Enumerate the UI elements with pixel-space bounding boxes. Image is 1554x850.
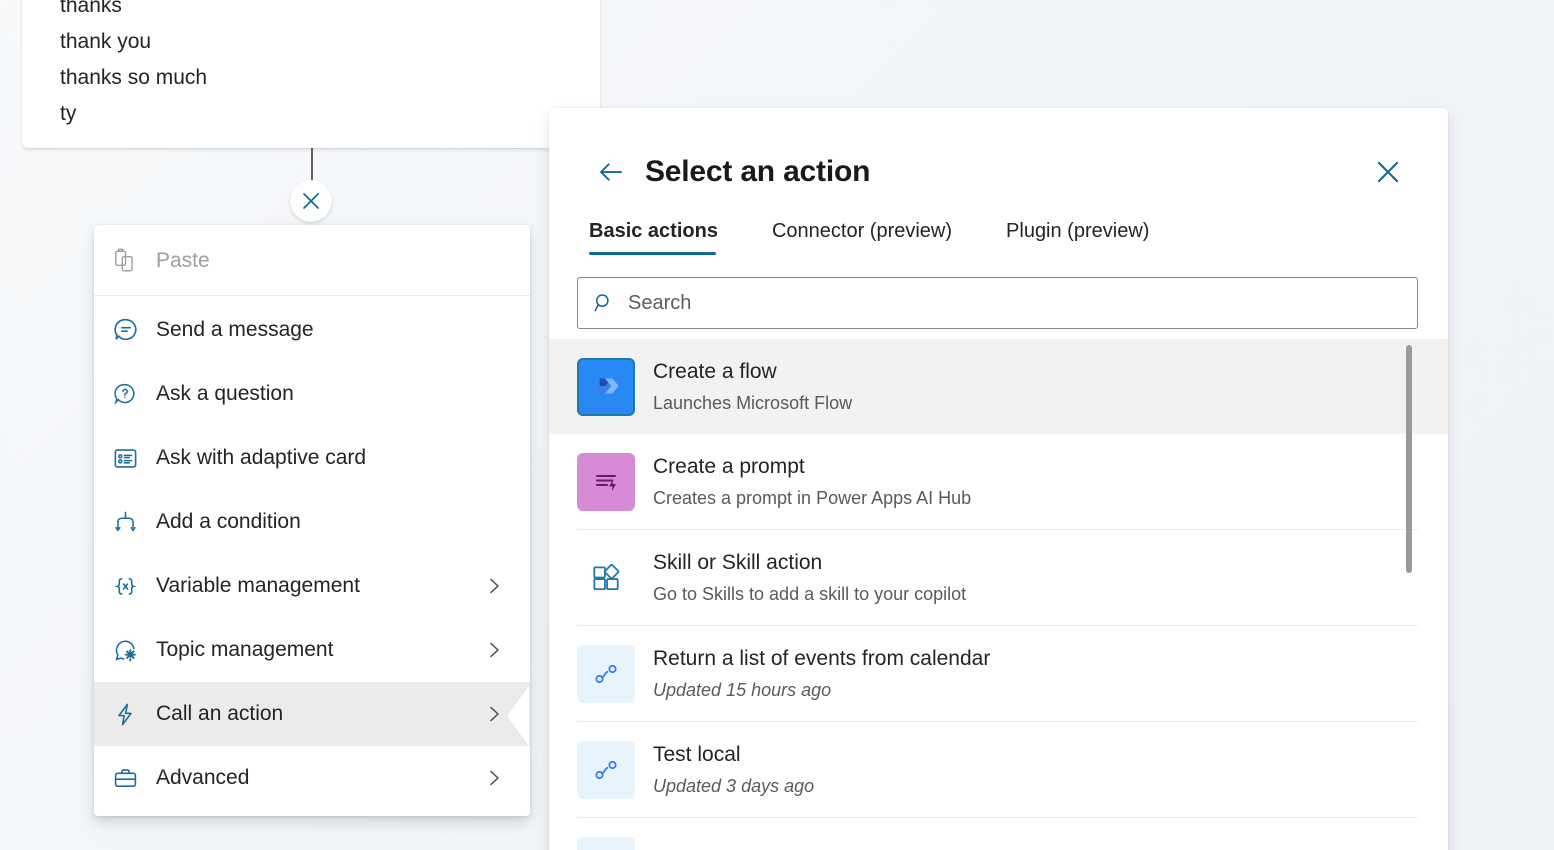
action-title: Return a list of events from calendar — [653, 646, 991, 670]
tab-connector-preview[interactable]: Connector (preview) — [772, 220, 952, 255]
menu-item-paste[interactable]: Paste — [94, 229, 530, 293]
menu-item-variable-management[interactable]: Variable management — [94, 554, 530, 618]
action-row-partial[interactable] — [549, 818, 1448, 850]
chevron-right-icon — [484, 704, 504, 724]
menu-separator — [94, 295, 530, 296]
flyout-beak — [507, 686, 529, 746]
menu-item-label: Variable management — [156, 574, 360, 597]
action-list[interactable]: Create a flow Launches Microsoft Flow Cr… — [549, 339, 1448, 850]
action-row-test-local[interactable]: Test local Updated 3 days ago — [549, 722, 1448, 817]
menu-item-ask-a-question[interactable]: Ask a question — [94, 362, 530, 426]
node-line: ty — [60, 102, 77, 125]
scrollbar-thumb[interactable] — [1406, 345, 1412, 573]
clipboard-paste-icon — [112, 248, 156, 274]
action-text: Create a flow Launches Microsoft Flow — [653, 358, 852, 416]
menu-item-label: Send a message — [156, 318, 314, 341]
menu-item-ask-with-adaptive-card[interactable]: Ask with adaptive card — [94, 426, 530, 490]
flow-connector-icon — [577, 644, 635, 703]
action-row-create-a-prompt[interactable]: Create a prompt Creates a prompt in Powe… — [549, 434, 1448, 529]
close-node-button[interactable] — [290, 180, 332, 222]
variable-braces-icon — [112, 573, 156, 600]
search-box[interactable] — [577, 277, 1418, 329]
lightning-bolt-icon — [112, 701, 156, 728]
node-line: thanks — [60, 0, 122, 17]
add-node-context-menu[interactable]: Paste Send a message Ask a question Ask … — [94, 225, 530, 816]
chevron-right-icon — [484, 576, 504, 596]
menu-item-label: Topic management — [156, 638, 334, 661]
action-row-return-a-list-of-events-from-calendar[interactable]: Return a list of events from calendar Up… — [549, 626, 1448, 721]
tab-plugin-preview[interactable]: Plugin (preview) — [1006, 220, 1149, 255]
action-subtitle: Launches Microsoft Flow — [653, 392, 853, 413]
action-list-scrollbar[interactable] — [1406, 345, 1412, 815]
menu-item-label: Ask with adaptive card — [156, 446, 367, 469]
close-icon — [303, 193, 319, 209]
node-line: thanks so much — [60, 66, 208, 89]
flow-connector-icon — [577, 836, 635, 850]
skill-blocks-icon — [577, 549, 635, 607]
page-title: Select an action — [645, 155, 871, 188]
flow-connector-icon — [577, 740, 635, 799]
panel-header: Select an action — [549, 108, 1448, 194]
adaptive-card-icon — [112, 445, 156, 472]
briefcase-icon — [112, 765, 156, 792]
action-title: Create a flow — [653, 359, 777, 383]
menu-item-label: Add a condition — [156, 510, 301, 533]
tab-basic-actions[interactable]: Basic actions — [589, 220, 718, 255]
select-an-action-panel[interactable]: Select an action Basic actions Connector… — [549, 108, 1448, 850]
close-panel-button[interactable] — [1368, 152, 1408, 192]
menu-item-call-an-action[interactable]: Call an action — [94, 682, 530, 746]
menu-item-label: Paste — [156, 249, 210, 272]
action-title: Skill or Skill action — [653, 550, 823, 574]
menu-item-advanced[interactable]: Advanced — [94, 746, 530, 810]
action-subtitle: Updated 3 days ago — [653, 775, 815, 796]
action-text: Skill or Skill action Go to Skills to ad… — [653, 549, 966, 607]
menu-item-label: Advanced — [156, 766, 250, 789]
question-bubble-icon — [112, 381, 156, 407]
action-title: Create a prompt — [653, 454, 805, 478]
action-text: Test local Updated 3 days ago — [653, 741, 814, 799]
action-row-skill-or-skill-action[interactable]: Skill or Skill action Go to Skills to ad… — [549, 530, 1448, 625]
menu-item-label: Call an action — [156, 702, 284, 725]
menu-item-add-a-condition[interactable]: Add a condition — [94, 490, 530, 554]
close-icon — [1377, 161, 1399, 183]
topic-node-card[interactable]: thanks thank you thanks so much ty — [22, 0, 600, 148]
node-line: thank you — [60, 30, 152, 53]
menu-item-topic-management[interactable]: Topic management — [94, 618, 530, 682]
message-icon — [112, 316, 156, 344]
action-title: Test local — [653, 742, 741, 766]
power-automate-icon — [577, 357, 635, 416]
action-subtitle: Go to Skills to add a skill to your copi… — [653, 583, 967, 604]
topic-gear-icon — [112, 637, 156, 664]
chevron-right-icon — [484, 768, 504, 788]
branch-condition-icon — [112, 509, 156, 536]
search-icon — [592, 291, 616, 315]
panel-tabs: Basic actions Connector (preview) Plugin… — [549, 220, 1448, 255]
back-button[interactable] — [589, 150, 633, 194]
ai-prompt-icon — [577, 452, 635, 511]
action-row-create-a-flow[interactable]: Create a flow Launches Microsoft Flow — [549, 339, 1448, 434]
action-text: Create a prompt Creates a prompt in Powe… — [653, 453, 971, 511]
action-text: Return a list of events from calendar Up… — [653, 645, 990, 703]
menu-item-send-a-message[interactable]: Send a message — [94, 298, 530, 362]
action-subtitle: Updated 15 hours ago — [653, 679, 832, 700]
search-input[interactable] — [628, 291, 1403, 315]
menu-item-label: Ask a question — [156, 382, 294, 405]
chevron-right-icon — [484, 640, 504, 660]
arrow-left-icon — [600, 163, 622, 181]
action-subtitle: Creates a prompt in Power Apps AI Hub — [653, 487, 972, 508]
